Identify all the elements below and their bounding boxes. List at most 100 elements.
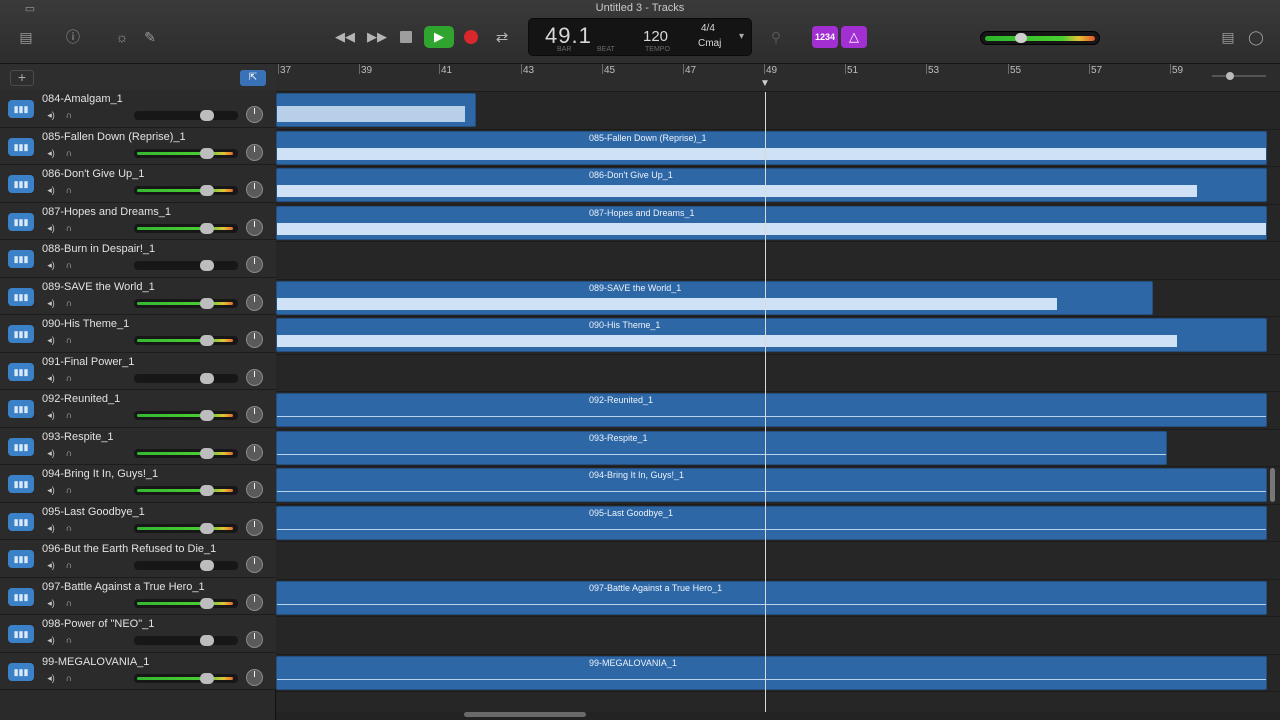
track-name[interactable]: 089-SAVE the World_1 <box>42 281 155 293</box>
track-header[interactable]: ▮▮▮ 093-Respite_1 ◂) ∩ <box>0 427 276 465</box>
pan-knob[interactable] <box>246 668 263 686</box>
track-volume-knob[interactable] <box>200 672 214 684</box>
mute-icon[interactable]: ◂) <box>44 147 58 159</box>
track-name[interactable]: 092-Reunited_1 <box>42 393 120 405</box>
track-volume-slider[interactable] <box>134 110 238 121</box>
track-header[interactable]: ▮▮▮ 094-Bring It In, Guys!_1 ◂) ∩ <box>0 465 276 503</box>
track-volume-knob[interactable] <box>200 335 214 346</box>
track-lane[interactable]: 094-Bring It In, Guys!_1 <box>276 467 1280 505</box>
audio-waveform-icon[interactable]: ▮▮▮ <box>8 512 34 531</box>
lcd-display[interactable]: 49.1 BAR BEAT 120 TEMPO 4/4 Cmaj ▾ <box>528 18 752 56</box>
track-volume-slider[interactable] <box>134 597 238 609</box>
track-lane[interactable] <box>276 355 1280 392</box>
zoom-slider[interactable] <box>1212 72 1266 80</box>
track-name[interactable]: 094-Bring It In, Guys!_1 <box>42 468 158 480</box>
audio-waveform-icon[interactable]: ▮▮▮ <box>8 437 34 456</box>
mute-icon[interactable]: ◂) <box>44 634 58 646</box>
track-header[interactable]: ▮▮▮ 089-SAVE the World_1 ◂) ∩ <box>0 277 276 315</box>
headphones-icon[interactable]: ∩ <box>62 447 76 459</box>
headphones-icon[interactable]: ∩ <box>62 372 76 384</box>
track-lane[interactable]: 089-SAVE the World_1 <box>276 280 1280 317</box>
audio-region[interactable]: 090-His Theme_1 <box>276 318 1267 352</box>
track-lane[interactable]: 086-Don't Give Up_1 <box>276 167 1280 205</box>
track-header[interactable]: ▮▮▮ 096-But the Earth Refused to Die_1 ◂) ∩ <box>0 540 276 578</box>
rewind-button[interactable]: ◀◀ <box>334 28 356 46</box>
chevron-down-icon[interactable]: ▾ <box>739 31 744 42</box>
track-lane[interactable] <box>276 242 1280 280</box>
sidebar-icon[interactable]: ▭ <box>20 0 40 18</box>
track-header[interactable]: ▮▮▮ 095-Last Goodbye_1 ◂) ∩ <box>0 502 276 540</box>
add-track-button[interactable]: + <box>10 70 34 86</box>
audio-waveform-icon[interactable]: ▮▮▮ <box>8 212 34 231</box>
mute-icon[interactable]: ◂) <box>44 184 58 196</box>
mute-icon[interactable]: ◂) <box>44 334 58 346</box>
pan-knob[interactable] <box>246 256 263 273</box>
track-header[interactable]: ▮▮▮ 99-MEGALOVANIA_1 ◂) ∩ <box>0 652 276 690</box>
track-volume-slider[interactable] <box>134 297 238 309</box>
pan-knob[interactable] <box>246 631 263 648</box>
audio-waveform-icon[interactable]: ▮▮▮ <box>8 250 34 268</box>
audio-waveform-icon[interactable]: ▮▮▮ <box>8 175 34 193</box>
audio-region[interactable]: 089-SAVE the World_1 <box>276 280 1153 315</box>
track-header[interactable]: ▮▮▮ 090-His Theme_1 ◂) ∩ <box>0 315 276 353</box>
track-name[interactable]: 097-Battle Against a True Hero_1 <box>42 581 205 593</box>
track-volume-knob[interactable] <box>200 297 214 309</box>
mute-icon[interactable]: ◂) <box>44 559 58 571</box>
track-header[interactable]: ▮▮▮ 087-Hopes and Dreams_1 ◂) ∩ <box>0 202 276 240</box>
horizontal-scrollbar[interactable] <box>464 712 586 717</box>
headphones-icon[interactable]: ∩ <box>62 559 76 571</box>
headphones-icon[interactable]: ∩ <box>62 259 76 271</box>
track-lane[interactable]: 085-Fallen Down (Reprise)_1 <box>276 130 1280 167</box>
pan-knob[interactable] <box>246 406 263 423</box>
track-volume-knob[interactable] <box>200 372 214 384</box>
notepad-icon[interactable]: ▤ <box>1218 28 1238 46</box>
ruler[interactable]: ▼ 37 39 41 43 45 47 49 51 53 55 57 59 <box>276 64 1280 92</box>
track-name[interactable]: 095-Last Goodbye_1 <box>42 506 145 518</box>
track-name[interactable]: 086-Don't Give Up_1 <box>42 168 144 180</box>
pan-knob[interactable] <box>246 481 263 498</box>
fast-forward-button[interactable]: ▶▶ <box>366 28 388 46</box>
track-volume-slider[interactable] <box>134 635 238 646</box>
track-volume-knob[interactable] <box>200 485 214 496</box>
headphones-icon[interactable]: ∩ <box>62 184 76 196</box>
pan-knob[interactable] <box>246 518 263 536</box>
track-volume-slider[interactable] <box>134 335 238 346</box>
audio-region[interactable]: 086-Don't Give Up_1 <box>276 168 1267 202</box>
pan-knob[interactable] <box>246 218 263 236</box>
metronome-button[interactable]: △ <box>841 26 867 48</box>
audio-region[interactable]: 085-Fallen Down (Reprise)_1 <box>276 130 1267 165</box>
mute-icon[interactable]: ◂) <box>44 222 58 234</box>
tuner-icon[interactable]: ⚲ <box>766 28 786 46</box>
track-lane[interactable]: 090-His Theme_1 <box>276 317 1280 355</box>
track-volume-slider[interactable] <box>134 372 238 384</box>
pan-knob[interactable] <box>246 443 263 461</box>
track-volume-slider[interactable] <box>134 185 238 196</box>
track-volume-knob[interactable] <box>200 447 214 459</box>
track-volume-knob[interactable] <box>200 185 214 196</box>
track-volume-slider[interactable] <box>134 222 238 234</box>
headphones-icon[interactable]: ∩ <box>62 634 76 646</box>
audio-waveform-icon[interactable]: ▮▮▮ <box>8 550 34 568</box>
headphones-icon[interactable]: ∩ <box>62 297 76 309</box>
audio-waveform-icon[interactable]: ▮▮▮ <box>8 100 34 118</box>
track-lane[interactable] <box>276 542 1280 580</box>
headphones-icon[interactable]: ∩ <box>62 109 76 121</box>
track-name[interactable]: 085-Fallen Down (Reprise)_1 <box>42 131 186 143</box>
pan-knob[interactable] <box>246 293 263 311</box>
headphones-icon[interactable]: ∩ <box>62 334 76 346</box>
pan-knob[interactable] <box>246 143 263 161</box>
track-name[interactable]: 084-Amalgam_1 <box>42 93 123 105</box>
help-icon[interactable]: ⓘ <box>63 28 83 46</box>
mute-icon[interactable]: ◂) <box>44 447 58 459</box>
headphones-icon[interactable]: ∩ <box>62 522 76 534</box>
track-volume-slider[interactable] <box>134 447 238 459</box>
mute-icon[interactable]: ◂) <box>44 109 58 121</box>
audio-region[interactable]: 097-Battle Against a True Hero_1 <box>276 580 1267 615</box>
zoom-knob[interactable] <box>1226 72 1234 80</box>
loop-browser-icon[interactable]: ◯ <box>1246 28 1266 46</box>
track-volume-knob[interactable] <box>200 110 214 121</box>
track-name[interactable]: 087-Hopes and Dreams_1 <box>42 206 171 218</box>
audio-region[interactable]: 087-Hopes and Dreams_1 <box>276 205 1267 240</box>
track-name[interactable]: 090-His Theme_1 <box>42 318 129 330</box>
track-volume-slider[interactable] <box>134 147 238 159</box>
